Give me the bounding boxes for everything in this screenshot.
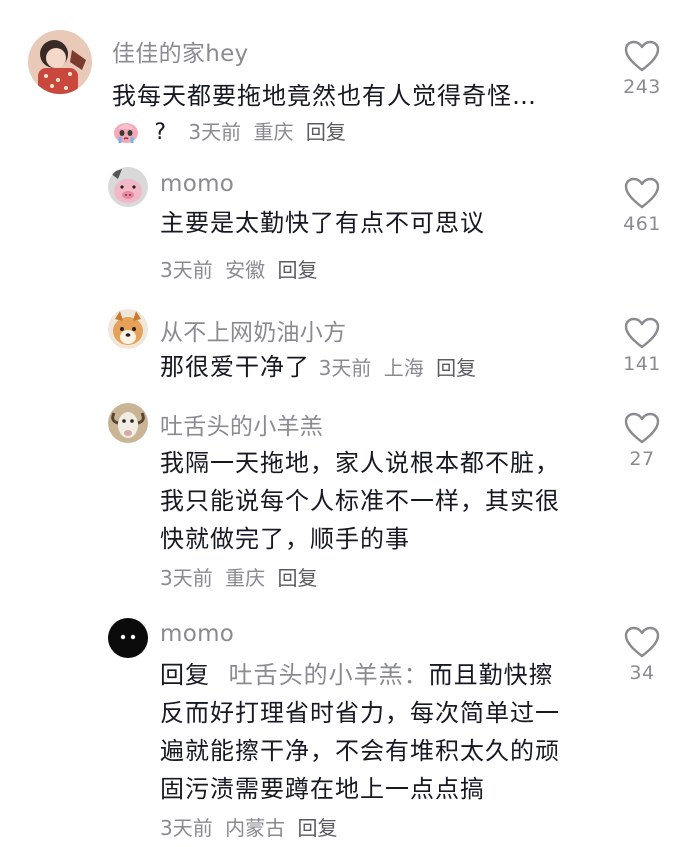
username[interactable]: 吐舌头的小羊羔 [160, 407, 323, 441]
heart-icon [624, 317, 660, 349]
pig-avatar-icon [108, 167, 148, 207]
comment-time: 3天前 [160, 566, 213, 590]
comment-text: 我每天都要拖地竟然也有人觉得奇怪… [112, 82, 537, 110]
comment-meta: 3天前 安徽 回复 [160, 254, 323, 283]
girl-avatar-icon [28, 30, 92, 94]
comment-location: 内蒙古 [225, 816, 286, 840]
dog-avatar-icon [108, 309, 148, 349]
comment-location: 重庆 [225, 566, 266, 590]
comment-item: 佳佳的家hey 我每天都要拖地竟然也有人觉得奇怪… ? 3天前 重庆 回复 24… [0, 0, 690, 160]
comment-time: 3天前 [160, 816, 213, 840]
comment-meta: 3天前 重庆 回复 [160, 562, 323, 591]
comment-time: 3天前 [160, 258, 213, 282]
comment-time: 3天前 [318, 356, 372, 380]
username[interactable]: momo [160, 621, 234, 647]
comment-meta: 3天前 内蒙古 回复 [160, 812, 343, 841]
goat-avatar-icon [108, 403, 148, 443]
username[interactable]: 从不上网奶油小方 [160, 313, 346, 347]
avatar[interactable] [108, 309, 148, 349]
comment-line: 我隔一天拖地，家人说根本都不脏， [160, 449, 560, 477]
suffix-text: ? [154, 120, 167, 145]
username[interactable]: 佳佳的家hey [112, 34, 248, 68]
comment-text: 那很爱干净了 3天前 上海 回复 [160, 348, 476, 387]
like-count: 243 [623, 76, 661, 98]
like-button[interactable]: 461 [612, 177, 672, 235]
reply-button[interactable]: 回复 [297, 816, 337, 840]
reply-button[interactable]: 回复 [436, 356, 476, 380]
heart-icon [624, 412, 660, 444]
comment-item: momo 回复 吐舌头的小羊羔：而且勤快擦 反而好打理省时省力，每次简单过一 遍… [0, 600, 690, 847]
comment-text: 主要是太勤快了有点不可思议 [160, 209, 485, 237]
comment-meta: 3天前 上海 回复 [319, 356, 476, 380]
comment-line: 而且勤快擦 [428, 661, 554, 689]
comment-time: 3天前 [188, 120, 242, 144]
comment-line: 遍就能擦干净，不会有堆积太久的顽 [160, 737, 560, 765]
reply-button[interactable]: 回复 [277, 258, 317, 282]
comment-meta: ? 3天前 重庆 回复 [112, 116, 352, 150]
like-button[interactable]: 243 [612, 40, 672, 98]
comment-location: 安徽 [225, 258, 266, 282]
like-button[interactable]: 27 [612, 412, 672, 470]
avatar[interactable] [108, 618, 148, 658]
crying-face-emoji-icon [112, 117, 142, 150]
comment-item: 吐舌头的小羊羔 我隔一天拖地，家人说根本都不脏， 我只能说每个人标准不一样，其实… [0, 400, 690, 600]
reply-button[interactable]: 回复 [277, 566, 317, 590]
avatar[interactable] [28, 30, 92, 94]
like-button[interactable]: 34 [612, 626, 672, 684]
comment-item: momo 主要是太勤快了有点不可思议 3天前 安徽 回复 461 [0, 160, 690, 300]
comment-body: 那很爱干净了 [160, 353, 310, 381]
black-blob-avatar-icon [108, 618, 148, 658]
comment-location: 上海 [383, 356, 424, 380]
like-count: 461 [623, 213, 661, 235]
reply-prefix: 回复 [160, 661, 210, 689]
like-count: 34 [629, 662, 655, 684]
avatar[interactable] [108, 403, 148, 443]
comment-item: 从不上网奶油小方 那很爱干净了 3天前 上海 回复 141 [0, 300, 690, 400]
heart-icon [624, 177, 660, 209]
like-button[interactable]: 141 [612, 317, 672, 375]
heart-icon [624, 626, 660, 658]
reply-target-username[interactable]: 吐舌头的小羊羔： [229, 661, 429, 689]
heart-icon [624, 40, 660, 72]
comment-text: 我隔一天拖地，家人说根本都不脏， 我只能说每个人标准不一样，其实很 快就做完了，… [160, 444, 560, 558]
comment-location: 重庆 [253, 120, 294, 144]
comment-line: 快就做完了，顺手的事 [160, 525, 410, 553]
avatar[interactable] [108, 167, 148, 207]
comment-line: 固污渍需要蹲在地上一点点搞 [160, 775, 485, 803]
comment-line: 反而好打理省时省力，每次简单过一 [160, 699, 560, 727]
comment-text: 回复 吐舌头的小羊羔：而且勤快擦 反而好打理省时省力，每次简单过一 遍就能擦干净… [160, 656, 560, 808]
like-count: 141 [623, 353, 661, 375]
reply-button[interactable]: 回复 [306, 120, 346, 144]
like-count: 27 [629, 448, 655, 470]
comment-line: 我只能说每个人标准不一样，其实很 [160, 487, 560, 515]
username[interactable]: momo [160, 171, 234, 197]
